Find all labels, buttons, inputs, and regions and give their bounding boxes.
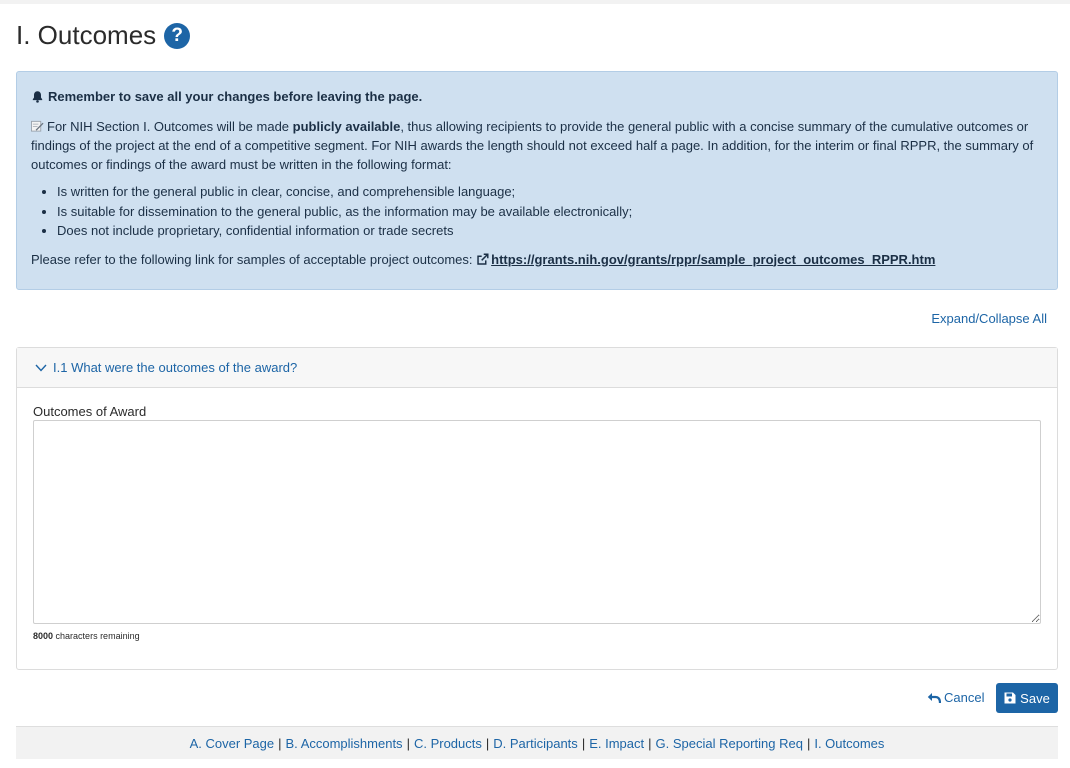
nav-link-accomplishments[interactable]: B. Accomplishments [286, 736, 403, 751]
list-item: Is suitable for dissemination to the gen… [57, 202, 1043, 222]
info-alert: Remember to save all your changes before… [16, 71, 1058, 290]
save-reminder: Remember to save all your changes before… [31, 87, 1043, 105]
chevron-down-icon [35, 364, 47, 372]
nav-link-outcomes[interactable]: I. Outcomes [814, 736, 884, 751]
nav-separator: | [406, 735, 410, 751]
nav-separator: | [648, 735, 652, 751]
nav-link-special-reporting[interactable]: G. Special Reporting Req [656, 736, 803, 751]
cancel-button[interactable]: Cancel [927, 690, 984, 705]
help-icon[interactable]: ? [164, 22, 191, 49]
sample-outcomes-link[interactable]: https://grants.nih.gov/grants/rppr/sampl… [476, 252, 935, 267]
nav-separator: | [806, 735, 811, 751]
nav-separator: | [581, 735, 586, 751]
page-title-text: I. Outcomes [16, 20, 157, 50]
section-navigation: A. Cover Page | B. Accomplishments | C. … [16, 726, 1058, 759]
nav-link-products[interactable]: C. Products [414, 736, 482, 751]
section-toggle[interactable]: I.1 What were the outcomes of the award? [17, 348, 1057, 388]
nav-separator: | [278, 735, 282, 751]
save-reminder-text: Remember to save all your changes before… [48, 88, 423, 104]
top-strip [0, 0, 1070, 4]
save-button[interactable]: Save [996, 683, 1058, 713]
list-item: Is written for the general public in cle… [57, 182, 1043, 202]
format-requirements-list: Is written for the general public in cle… [31, 182, 1043, 241]
nav-link-participants[interactable]: D. Participants [493, 736, 578, 751]
outcomes-description: For NIH Section I. Outcomes will be made… [31, 117, 1043, 174]
cancel-label: Cancel [944, 690, 985, 705]
bell-icon [32, 90, 43, 103]
note-pencil-icon [31, 120, 44, 132]
page-title: I. Outcomes ? [16, 20, 191, 51]
save-label: Save [1020, 690, 1050, 706]
nav-separator: | [485, 735, 490, 751]
floppy-disk-icon [1004, 692, 1016, 704]
description-part1: For NIH Section I. Outcomes will be made [47, 119, 293, 134]
reference-text: Please refer to the following link for s… [31, 251, 473, 267]
chars-remaining-text: characters remaining [55, 631, 140, 641]
chars-remaining: 8000 characters remaining [33, 631, 140, 641]
section-title: I.1 What were the outcomes of the award? [53, 360, 298, 375]
sample-outcomes-link-text: https://grants.nih.gov/grants/rppr/sampl… [491, 251, 936, 267]
sample-reference: Please refer to the following link for s… [31, 250, 1043, 269]
description-bold: publicly available [292, 119, 401, 134]
nav-link-cover-page[interactable]: A. Cover Page [190, 736, 275, 751]
expand-collapse-all-link[interactable]: Expand/Collapse All [931, 311, 1047, 326]
undo-icon [927, 692, 941, 703]
list-item: Does not include proprietary, confidenti… [57, 221, 1043, 241]
chars-remaining-count: 8000 [33, 631, 54, 641]
outcomes-textarea[interactable] [33, 420, 1041, 624]
outcomes-panel: I.1 What were the outcomes of the award?… [16, 347, 1058, 670]
nav-link-impact[interactable]: E. Impact [589, 736, 644, 751]
external-link-icon [477, 252, 489, 265]
outcomes-field-label: Outcomes of Award [33, 404, 147, 419]
